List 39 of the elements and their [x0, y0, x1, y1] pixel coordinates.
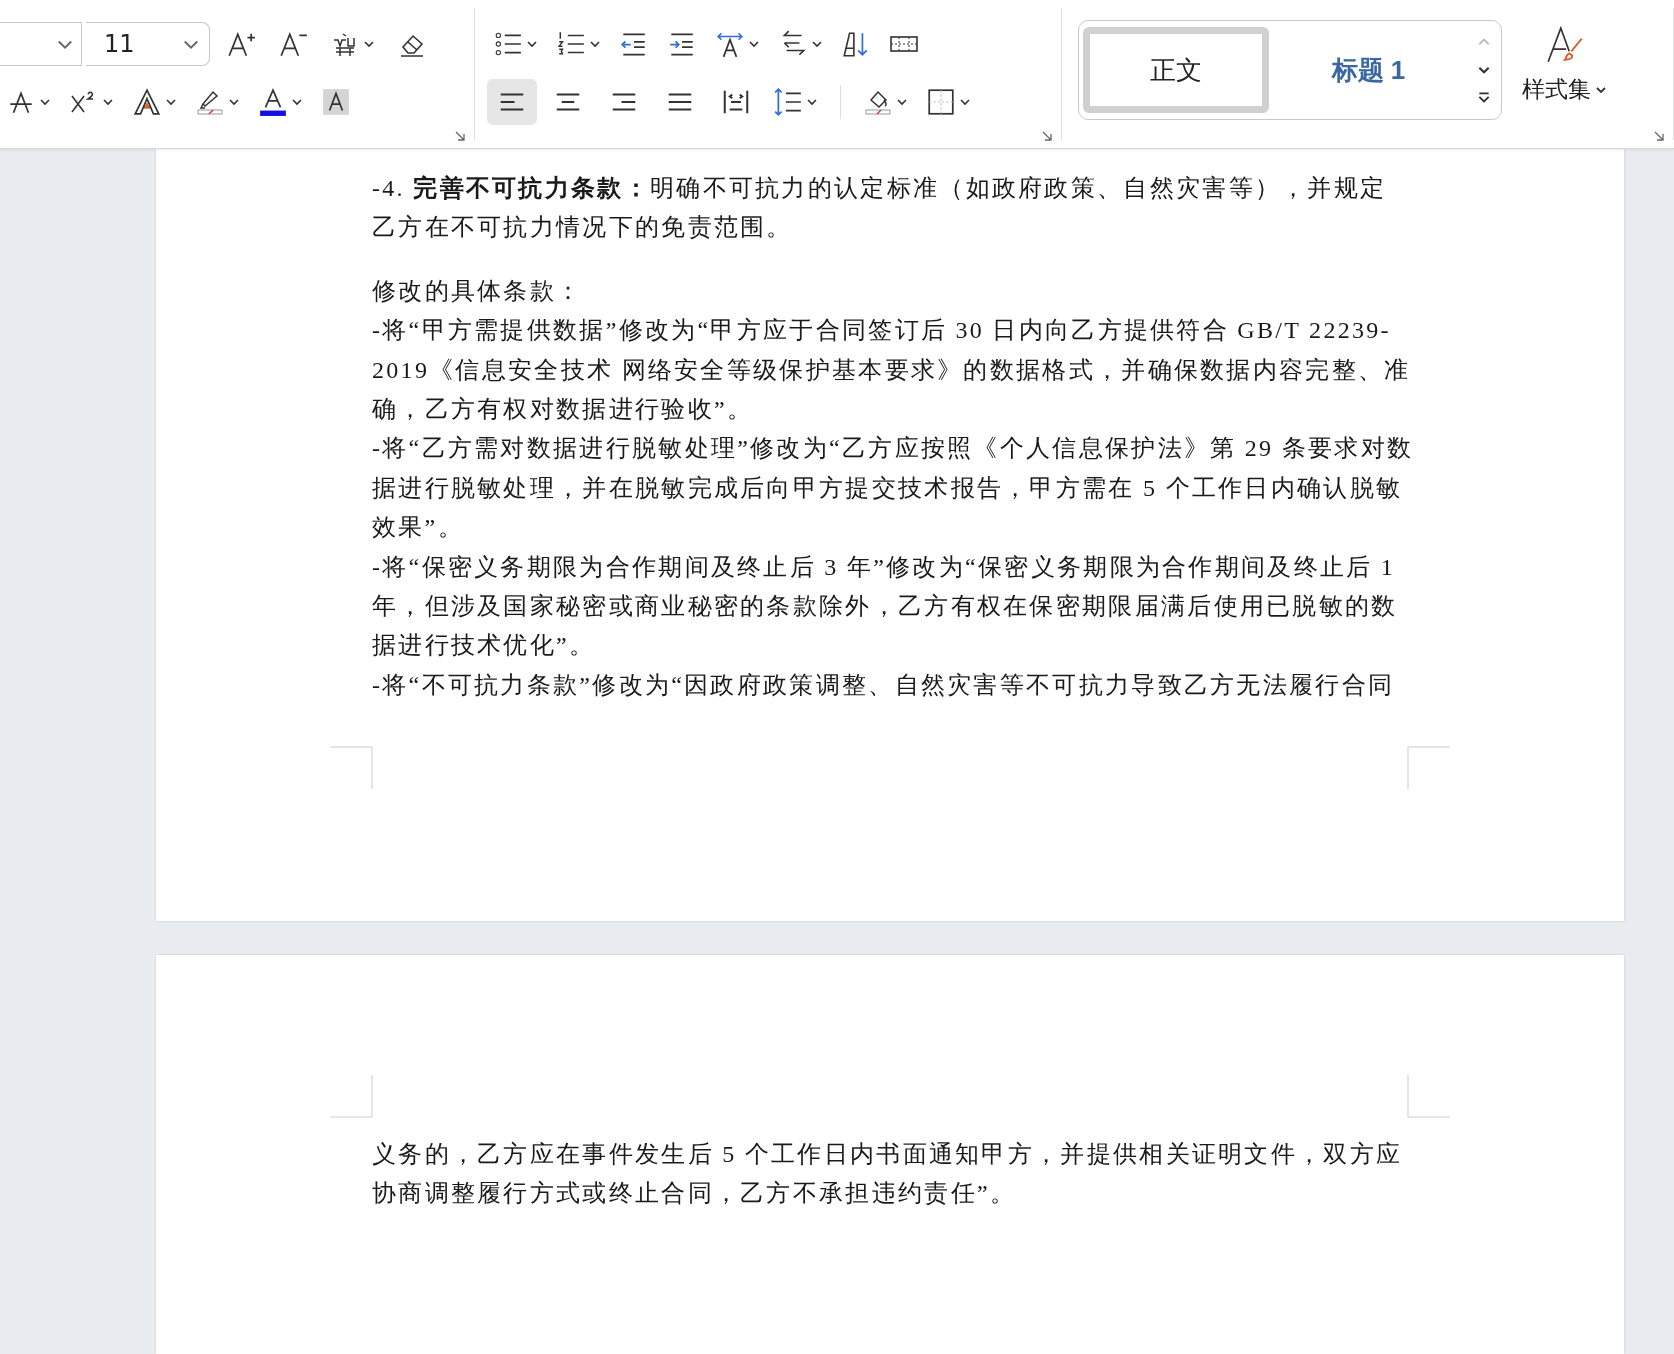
- paragraph: -将“保密义务期限为合作期间及终止后 3 年”修改为“保密义务期限为合作期间及终止后 1 年，但涉及国家秘密或商业秘密的条款除外，乙方有权在保密期限届满后使用已脱敏的数 据进行技术优化”。: [372, 552, 1399, 661]
- caret-icon: [588, 38, 601, 50]
- caret-icon: [291, 96, 303, 108]
- caret-icon: [895, 96, 908, 108]
- paragraph: 修改的具体条款：: [372, 276, 584, 306]
- paragraph: -4. 完善不可抗力条款：明确不可抗力的认定标准（如政府政策、自然灾害等），并规定 乙方在不可抗力情况下的免责范围。: [372, 174, 1388, 243]
- paragraph: -将“不可抗力条款”修改为“因政府政策调整、自然灾害等不可抗力导致乙方无法履行合同: [372, 670, 1396, 700]
- line-spacing-icon: [772, 87, 803, 117]
- crop-mark: [1406, 1075, 1450, 1119]
- font-color-icon: [258, 87, 288, 117]
- paragraph: -将“甲方需提供数据”修改为“甲方应于合同签订后 30 日内向乙方提供符合 GB/T 22239- 2019《信息安全技术 网络安全等级保护基本要求》的数据格式，并确保数据内容完整、准 确，乙方有权对数据进行验收”。: [372, 316, 1412, 425]
- caret-icon: [525, 38, 538, 50]
- caret-icon: [102, 96, 114, 108]
- paragraph: -将“乙方需对数据进行脱敏处理”修改为“乙方应按照《个人信息保护法》第 29 条要求对数 据进行脱敏处理，并在脱敏完成后向甲方提交技术报告，甲方需在 5 个工作日内确认脱敏 效果”。: [372, 434, 1415, 543]
- crop-mark: [1406, 745, 1450, 790]
- dialog-launcher-icon[interactable]: [1041, 130, 1054, 142]
- crop-mark: [330, 745, 374, 790]
- paragraph: 义务的，乙方应在事件发生后 5 个工作日内书面通知甲方，并提供相关证明文件，双方应 协商调整履行方式或终止合同，乙方不承担违约责任”。: [372, 1140, 1404, 1209]
- dialog-launcher-icon[interactable]: [1653, 130, 1665, 142]
- caret-icon: [363, 38, 375, 50]
- caret-icon: [810, 38, 823, 50]
- dialog-launcher-icon[interactable]: [453, 130, 466, 142]
- caret-icon: [747, 38, 760, 50]
- styles-label: 样式集: [1522, 75, 1592, 104]
- font-size-value: 11: [104, 30, 135, 58]
- caret-icon: [165, 96, 177, 108]
- caret-icon: [958, 96, 971, 108]
- expand-gallery-icon[interactable]: [1477, 91, 1492, 105]
- crop-mark: [330, 1075, 374, 1119]
- style-option[interactable]: 正文: [1083, 27, 1270, 113]
- caret-icon: [228, 96, 240, 108]
- text-effect-icon: [132, 87, 162, 117]
- align-button[interactable]: [486, 79, 537, 125]
- caret-icon: [39, 96, 51, 108]
- borders-icon: [925, 87, 956, 117]
- character-shading-icon: [321, 87, 351, 117]
- styles-button[interactable]: 样式集: [1514, 20, 1616, 120]
- font-size-dropdown[interactable]: 11: [86, 22, 210, 66]
- caret-icon: [805, 96, 818, 108]
